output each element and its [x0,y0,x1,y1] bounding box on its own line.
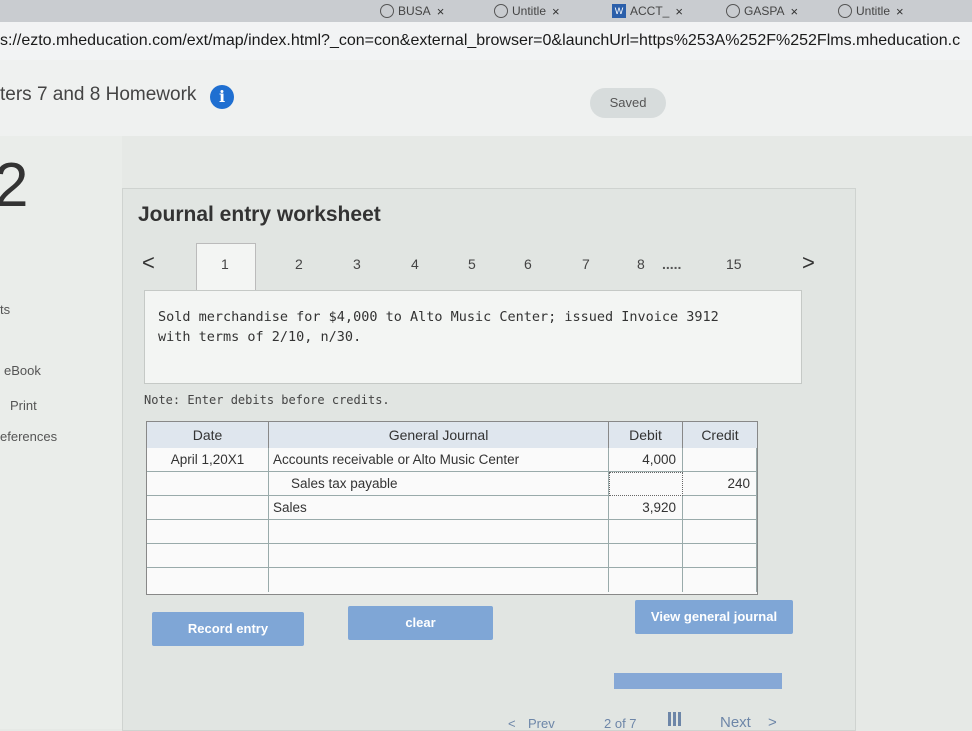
sidebar-item-ebook[interactable]: eBook [4,363,41,378]
journal-table: Date General Journal Debit Credit April … [146,421,758,595]
tab-label: Untitle [856,4,891,18]
globe-icon [380,4,394,18]
page-tab-1[interactable]: 1 [221,256,229,272]
info-icon[interactable]: i [210,85,234,109]
browser-tab[interactable]: Untitle × [494,0,560,22]
close-icon[interactable]: × [437,4,445,19]
question-text: Sold merchandise for $4,000 to Alto Musi… [158,309,719,345]
column-header-date: Date [147,422,269,448]
debit-input[interactable]: 3,920 [609,496,683,520]
close-icon[interactable]: × [790,4,798,19]
word-icon: W [612,4,626,18]
debit-input[interactable] [609,472,683,496]
assignment-title: ters 7 and 8 Homework [0,84,197,105]
sidebar-item-points: ts [0,302,11,317]
account-cell[interactable] [269,520,609,544]
account-cell[interactable]: Sales [269,496,609,520]
close-icon[interactable]: × [896,4,904,19]
tab-label: GASPA [744,4,785,18]
credit-input[interactable] [683,544,757,568]
page-tab-15[interactable]: 15 [726,256,742,272]
page-tab-8[interactable]: 8 [637,256,645,272]
debit-input[interactable]: 4,000 [609,448,683,472]
credit-input[interactable] [683,496,757,520]
credit-input[interactable] [683,568,757,592]
date-cell[interactable] [147,520,269,544]
close-icon[interactable]: × [675,4,683,19]
credit-input[interactable]: 240 [683,472,757,496]
debit-input[interactable] [609,544,683,568]
url-text[interactable]: s://ezto.mheducation.com/ext/map/index.h… [0,32,960,50]
sidebar-item-references[interactable]: eferences [0,429,57,444]
account-cell[interactable]: Sales tax payable [269,472,609,496]
browser-tab[interactable]: W ACCT_ × [612,0,683,22]
column-header-general-journal: General Journal [269,422,609,448]
date-cell[interactable]: April 1,20X1 [147,448,269,472]
next-button[interactable]: Next [720,714,751,731]
globe-icon [726,4,740,18]
page-tab-2[interactable]: 2 [295,256,303,272]
address-bar[interactable]: s://ezto.mheducation.com/ext/map/index.h… [0,22,972,61]
chevron-right-icon[interactable]: > [768,714,777,731]
date-cell[interactable] [147,472,269,496]
column-header-credit: Credit [683,422,757,448]
page-tab-7[interactable]: 7 [582,256,590,272]
close-icon[interactable]: × [552,4,560,19]
globe-icon [838,4,852,18]
next-page-arrow[interactable]: > [802,250,815,276]
account-cell[interactable] [269,544,609,568]
debit-input[interactable] [609,568,683,592]
view-general-journal-button[interactable]: View general journal [635,600,793,634]
account-cell[interactable] [269,568,609,592]
browser-tab[interactable]: BUSA × [380,0,444,22]
progress-bar [614,673,782,689]
globe-icon [494,4,508,18]
question-number: 2 [0,151,29,220]
sidebar-item-print[interactable]: Print [10,398,37,413]
page-ellipsis: ..... [662,256,682,272]
worksheet-title: Journal entry worksheet [138,203,381,226]
tab-label: Untitle [512,4,547,18]
browser-tab[interactable]: GASPA × [726,0,798,22]
grid-icon[interactable] [668,712,682,726]
browser-tab[interactable]: Untitle × [838,0,904,22]
credit-input[interactable] [683,448,757,472]
date-cell[interactable] [147,496,269,520]
credit-input[interactable] [683,520,757,544]
tab-label: ACCT_ [630,4,670,18]
page-tab-4[interactable]: 4 [411,256,419,272]
tab-label: BUSA [398,4,431,18]
clear-button[interactable]: clear [348,606,493,640]
note-text: Note: Enter debits before credits. [144,393,390,407]
column-header-debit: Debit [609,422,683,448]
page-tab-3[interactable]: 3 [353,256,361,272]
prev-page-arrow[interactable]: < [142,250,155,276]
page-tab-6[interactable]: 6 [524,256,532,272]
account-cell[interactable]: Accounts receivable or Alto Music Center [269,448,609,472]
record-entry-button[interactable]: Record entry [152,612,304,646]
browser-tab-bar: BUSA × Untitle × W ACCT_ × GASPA × Untit… [0,0,972,22]
date-cell[interactable] [147,568,269,592]
debit-input[interactable] [609,520,683,544]
date-cell[interactable] [147,544,269,568]
saved-badge: Saved [590,88,666,118]
page-tab-5[interactable]: 5 [468,256,476,272]
